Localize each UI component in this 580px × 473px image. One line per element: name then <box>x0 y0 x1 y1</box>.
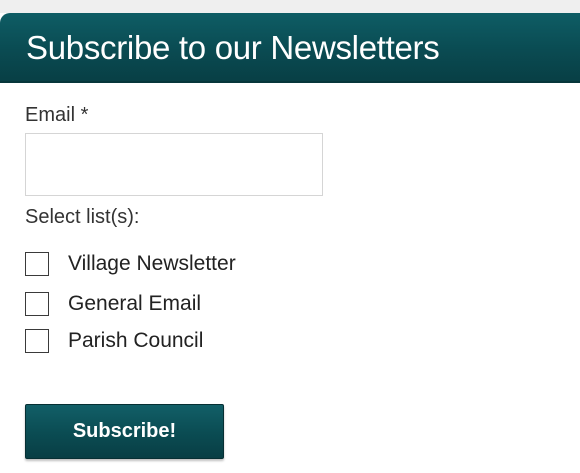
village-newsletter-label: Village Newsletter <box>68 252 236 275</box>
general-email-checkbox[interactable] <box>25 292 49 316</box>
parish-council-checkbox[interactable] <box>25 329 49 353</box>
top-strip <box>0 0 580 13</box>
list-option-parish-council[interactable]: Parish Council <box>25 326 203 356</box>
email-input[interactable] <box>25 133 323 196</box>
list-option-general-email[interactable]: General Email <box>25 289 201 319</box>
select-lists-label: Select list(s): <box>25 206 140 228</box>
list-option-village-newsletter[interactable]: Village Newsletter <box>25 249 236 279</box>
parish-council-label: Parish Council <box>68 329 204 352</box>
email-label: Email * <box>25 104 89 126</box>
subscribe-button[interactable]: Subscribe! <box>25 404 224 459</box>
header-title: Subscribe to our Newsletters <box>26 29 440 66</box>
newsletter-header: Subscribe to our Newsletters <box>0 13 580 83</box>
general-email-label: General Email <box>68 292 202 315</box>
village-newsletter-checkbox[interactable] <box>25 252 49 276</box>
